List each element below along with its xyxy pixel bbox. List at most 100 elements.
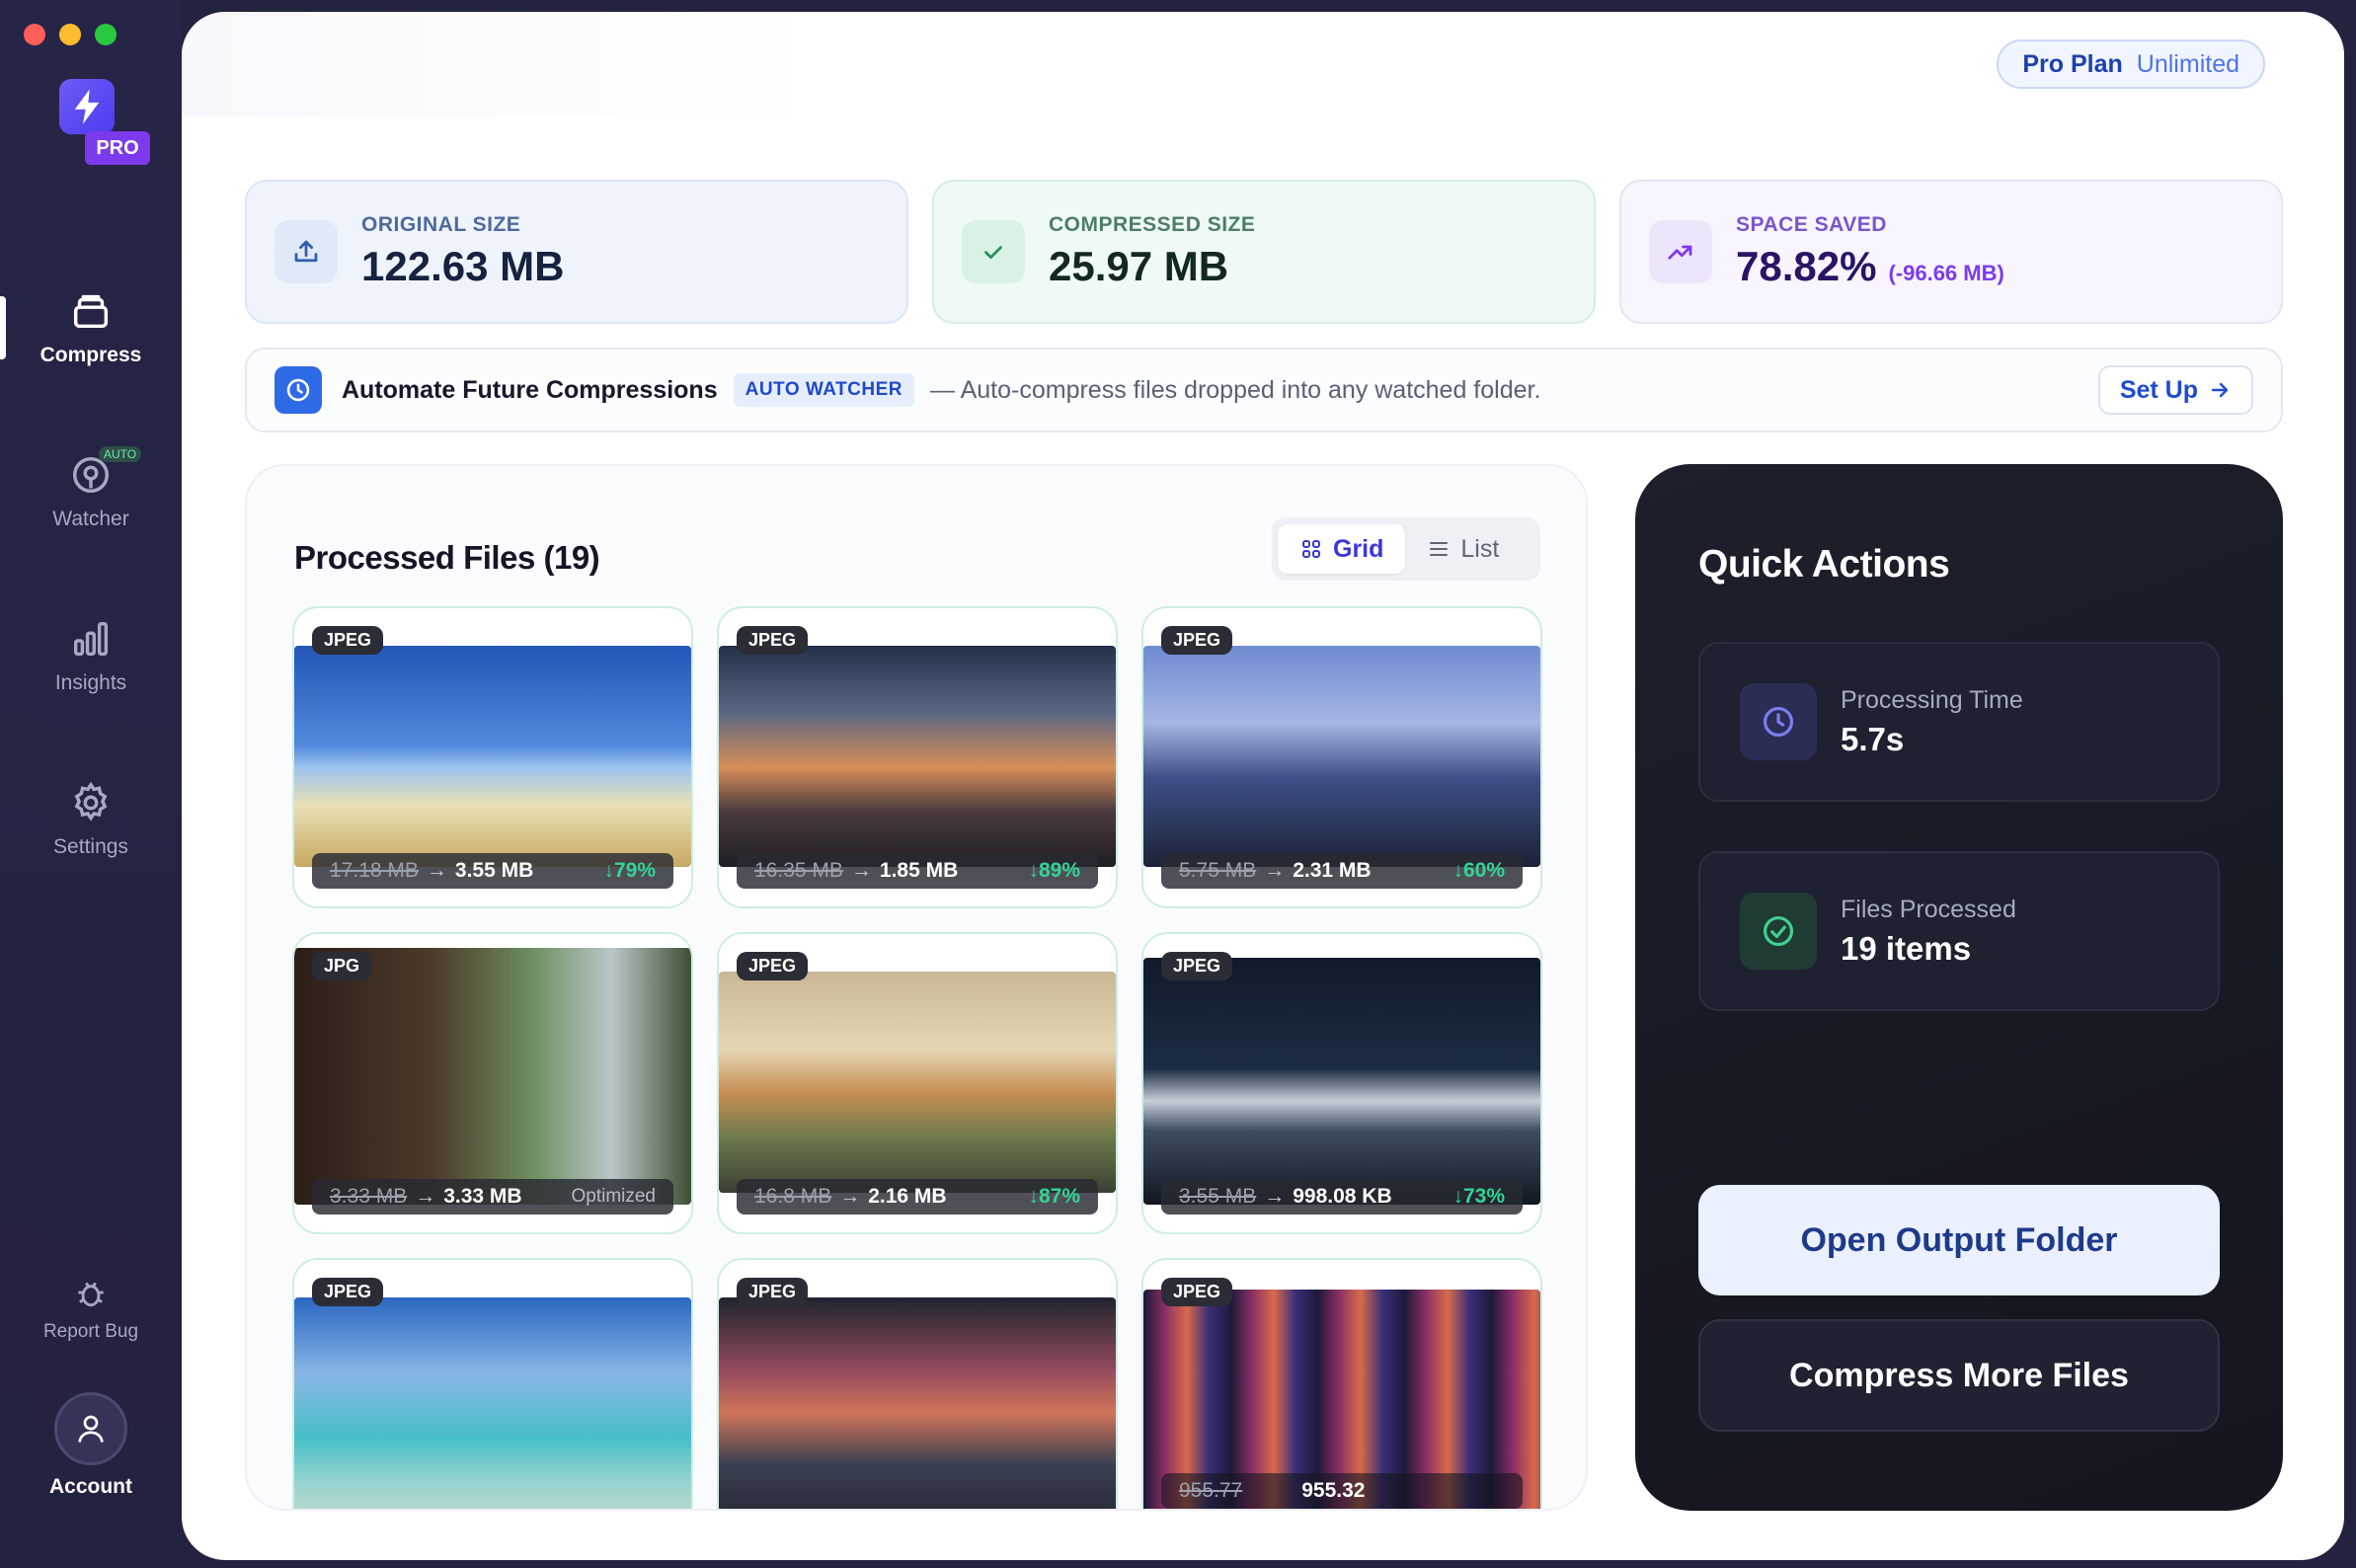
- plan-badge[interactable]: Pro Plan Unlimited: [1997, 39, 2265, 89]
- arrow-right-icon: [2211, 382, 2229, 398]
- grid-label: Grid: [1333, 534, 1384, 563]
- saved-delta: (-96.66 MB): [1888, 261, 2004, 285]
- file-thumbnail: [1143, 958, 1540, 1205]
- account-label: Account: [49, 1475, 132, 1498]
- bar-chart-icon: [73, 621, 109, 657]
- sidebar-item-label: Compress: [39, 344, 142, 366]
- sidebar-item-watcher[interactable]: AUTO Watcher: [0, 446, 182, 531]
- compressed-size: 998.08 KB: [1293, 1185, 1392, 1208]
- original-size: 5.75 MB: [1179, 859, 1257, 882]
- arrow-right-icon: →: [426, 859, 447, 882]
- format-badge: JPEG: [312, 1278, 384, 1306]
- stat-label: COMPRESSED SIZE: [1049, 213, 1256, 236]
- file-card[interactable]: JPEG 16.35 MB → 1.85 MB ↓89%: [717, 606, 1118, 908]
- list-icon: [1430, 542, 1449, 556]
- files-processed-value: 19 items: [1841, 929, 1972, 967]
- stat-label: SPACE SAVED: [1736, 213, 1887, 236]
- automate-banner: Automate Future Compressions AUTO WATCHE…: [245, 348, 2283, 432]
- compressed-size: 3.33 MB: [443, 1185, 522, 1208]
- file-card[interactable]: JPEG 3.55 MB → 998.08 KB ↓73%: [1141, 932, 1542, 1234]
- compress-more-files-button[interactable]: Compress More Files: [1698, 1319, 2220, 1432]
- sidebar-item-label: Settings: [53, 835, 128, 858]
- clock-icon: [275, 366, 322, 414]
- size-bar: 3.55 MB → 998.08 KB ↓73%: [1161, 1179, 1523, 1215]
- files-processed-card: Files Processed 19 items: [1698, 851, 2220, 1011]
- sidebar-item-label: Watcher: [52, 508, 129, 530]
- set-up-label: Set Up: [2119, 375, 2198, 404]
- processing-time-card: Processing Time 5.7s: [1698, 642, 2220, 802]
- processing-time-label: Processing Time: [1841, 685, 2023, 714]
- user-icon: [78, 1415, 104, 1443]
- grid-view-button[interactable]: Grid: [1278, 524, 1406, 574]
- file-card[interactable]: JPG 3.33 MB → 3.33 MB Optimized: [292, 932, 693, 1234]
- compressed-size: 3.55 MB: [454, 859, 534, 882]
- original-size: 3.55 MB: [1179, 1185, 1257, 1208]
- set-up-button[interactable]: Set Up: [2097, 365, 2253, 415]
- file-card[interactable]: JPEG: [292, 1258, 693, 1509]
- format-badge: JPG: [312, 952, 372, 980]
- processed-files-panel: Processed Files (19) Grid List JPEG 17.1…: [245, 464, 1588, 1511]
- sidebar-item-settings[interactable]: Settings: [0, 780, 182, 859]
- app-logo-icon: [59, 79, 115, 134]
- stat-value: 25.97 MB: [1049, 243, 1229, 289]
- format-badge: JPEG: [737, 626, 809, 655]
- size-bar: 3.33 MB → 3.33 MB Optimized: [312, 1179, 673, 1215]
- file-card[interactable]: JPEG: [717, 1258, 1118, 1509]
- compressed-size: 2.16 MB: [868, 1185, 947, 1208]
- list-label: List: [1460, 534, 1500, 563]
- main-panel: Pro Plan Unlimited ORIGINAL SIZE 122.63 …: [182, 12, 2344, 1560]
- stat-value: 78.82%: [1736, 243, 1877, 289]
- file-thumbnail: [719, 1297, 1116, 1509]
- trending-up-icon: [1649, 220, 1712, 283]
- gear-icon: [74, 781, 108, 822]
- format-badge: JPEG: [1161, 626, 1233, 655]
- format-badge: JPEG: [312, 626, 384, 655]
- arrow-right-icon: →: [415, 1185, 436, 1208]
- size-bar: 17.18 MB → 3.55 MB ↓79%: [312, 853, 673, 889]
- format-badge: JPEG: [1161, 952, 1233, 980]
- upload-icon: [275, 220, 338, 283]
- file-card[interactable]: JPEG 17.18 MB → 3.55 MB ↓79%: [292, 606, 693, 908]
- list-view-button[interactable]: List: [1405, 524, 1521, 574]
- size-bar: 5.75 MB → 2.31 MB ↓60%: [1161, 853, 1523, 889]
- stat-value: 122.63 MB: [361, 243, 565, 289]
- report-bug-label: Report Bug: [42, 1321, 139, 1342]
- original-size: 16.8 MB: [754, 1185, 832, 1208]
- original-size-card: ORIGINAL SIZE 122.63 MB: [245, 180, 908, 324]
- original-size: 955.77: [1179, 1479, 1243, 1502]
- arrow-right-icon: →: [850, 859, 872, 882]
- zoom-window-button[interactable]: [95, 24, 117, 45]
- saving-percent: ↓60%: [1453, 859, 1505, 882]
- file-card[interactable]: JPEG 5.75 MB → 2.31 MB ↓60%: [1141, 606, 1542, 908]
- sidebar-item-label: Insights: [54, 671, 127, 694]
- stack-icon: [73, 294, 109, 329]
- clock-icon: [1740, 683, 1817, 760]
- file-card[interactable]: JPEG 16.8 MB → 2.16 MB ↓87%: [717, 932, 1118, 1234]
- space-saved-card: SPACE SAVED 78.82% (-96.66 MB): [1619, 180, 2283, 324]
- automate-description: — Auto-compress files dropped into any w…: [930, 375, 1541, 404]
- stat-label: ORIGINAL SIZE: [361, 213, 521, 236]
- original-size: 16.35 MB: [754, 859, 843, 882]
- saving-percent: ↓89%: [1028, 859, 1080, 882]
- format-badge: JPEG: [737, 952, 809, 980]
- minimize-window-button[interactable]: [59, 24, 81, 45]
- compressed-size: 955.32: [1301, 1479, 1366, 1502]
- size-bar: 16.35 MB → 1.85 MB ↓89%: [737, 853, 1098, 889]
- grid-icon: [1302, 540, 1320, 558]
- auto-watcher-tag: AUTO WATCHER: [733, 373, 915, 407]
- format-badge: JPEG: [1161, 1278, 1233, 1306]
- open-output-folder-button[interactable]: Open Output Folder: [1698, 1185, 2220, 1295]
- report-bug-button[interactable]: Report Bug: [0, 1274, 182, 1343]
- arrow-right-icon: →: [839, 1185, 861, 1208]
- compressed-size: 2.31 MB: [1293, 859, 1372, 882]
- format-badge: JPEG: [737, 1278, 809, 1306]
- arrow-right-icon: →: [1264, 859, 1286, 882]
- file-thumbnail: [719, 972, 1116, 1193]
- account-button[interactable]: Account: [0, 1392, 182, 1499]
- sidebar-item-compress[interactable]: Compress: [0, 288, 182, 367]
- optimized-label: Optimized: [571, 1186, 656, 1207]
- saving-percent: ↓73%: [1453, 1185, 1505, 1208]
- file-card[interactable]: JPEG 955.77 955.32: [1141, 1258, 1542, 1509]
- close-window-button[interactable]: [24, 24, 45, 45]
- sidebar-item-insights[interactable]: Insights: [0, 616, 182, 695]
